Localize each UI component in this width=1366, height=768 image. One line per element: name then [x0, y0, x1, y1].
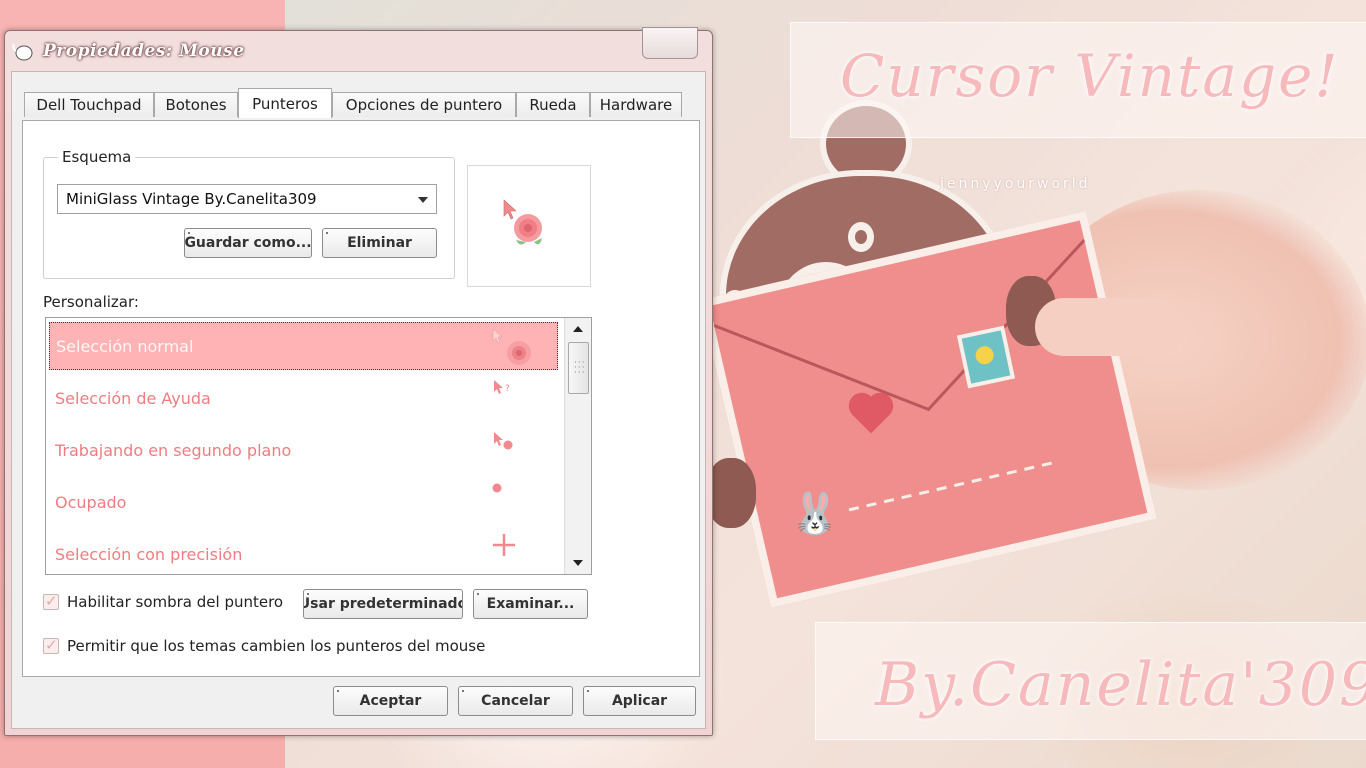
mouse-properties-dialog: Propiedades: Mouse Dell Touchpad Botones… [4, 27, 713, 736]
rose-cursor-icon [503, 199, 542, 245]
chevron-down-icon [418, 197, 428, 203]
scheme-dropdown-value: MiniGlass Vintage By.Canelita309 [66, 190, 317, 208]
bear-eye-image [848, 222, 874, 252]
scheme-group-label: Esquema [58, 148, 136, 166]
rose-cursor-icon [492, 328, 531, 365]
list-item-help-select[interactable]: Selección de Ayuda ? [49, 374, 558, 422]
allow-themes-label: Permitir que los temas cambien los punte… [67, 637, 486, 655]
list-item-normal-select[interactable]: Selección normal [49, 322, 558, 370]
list-item-label: Selección con precisión [55, 544, 243, 564]
ok-button[interactable]: Aceptar [333, 686, 448, 716]
help-cursor-icon: ? [494, 380, 510, 394]
customize-label: Personalizar: [43, 293, 139, 311]
scroll-up-button[interactable] [565, 318, 591, 340]
tab-punteros[interactable]: Punteros [238, 88, 332, 118]
tab-hardware[interactable]: Hardware [590, 92, 682, 117]
working-cursor-icon [494, 432, 513, 450]
list-item-working-background[interactable]: Trabajando en segundo plano [49, 426, 558, 474]
save-as-button[interactable]: Guardar como... [184, 228, 312, 258]
tab-botones[interactable]: Botones [154, 92, 238, 117]
scheme-group: Esquema MiniGlass Vintage By.Canelita309… [43, 148, 455, 279]
mouse-icon [12, 43, 33, 61]
tab-rueda[interactable]: Rueda [516, 92, 590, 117]
bear-paw-image [706, 458, 756, 528]
list-item-precision-select[interactable]: Selección con precisión [49, 530, 558, 574]
grip-icon: ··· ··· ··· [574, 358, 586, 378]
delete-scheme-button[interactable]: Eliminar [322, 228, 437, 258]
apply-button[interactable]: Aplicar [583, 686, 696, 716]
list-scrollbar[interactable]: ··· ··· ··· [564, 318, 591, 574]
scroll-thumb[interactable]: ··· ··· ··· [568, 342, 589, 394]
titlebar[interactable]: Propiedades: Mouse [5, 27, 712, 71]
enable-shadow-checkbox[interactable]: Habilitar sombra del puntero [43, 592, 284, 611]
list-item-label: Selección normal [56, 336, 194, 356]
browse-button[interactable]: Examinar... [473, 589, 588, 619]
checkbox-checked-icon[interactable] [43, 592, 59, 610]
cursor-preview [467, 165, 591, 287]
close-button[interactable] [642, 27, 698, 59]
busy-cursor-icon [492, 483, 502, 493]
tab-dell-touchpad[interactable]: Dell Touchpad [24, 92, 154, 117]
tab-opciones-de-puntero[interactable]: Opciones de puntero [332, 92, 516, 117]
finger-image [1035, 298, 1185, 356]
cursor-list[interactable]: Selección normal Selección de Ayuda ? Tr… [45, 317, 592, 575]
allow-themes-checkbox[interactable]: Permitir que los temas cambien los punte… [43, 636, 486, 655]
cancel-button[interactable]: Cancelar [458, 686, 573, 716]
use-default-button[interactable]: Usar predeterminado [303, 589, 463, 619]
enable-shadow-label: Habilitar sombra del puntero [67, 593, 284, 611]
dialog-client-area: Dell Touchpad Botones Punteros Opciones … [11, 71, 706, 729]
scroll-down-button[interactable] [565, 552, 591, 574]
dialog-title: Propiedades: Mouse [43, 41, 245, 61]
wallpaper-credit: By.Canelita'309 [875, 650, 1366, 720]
punteros-tab-page: Esquema MiniGlass Vintage By.Canelita309… [22, 120, 700, 677]
bunny-icon: 🐰 [790, 491, 840, 537]
list-item-label: Selección de Ayuda [55, 388, 211, 408]
list-item-label: Ocupado [55, 492, 127, 512]
list-item-busy[interactable]: Ocupado [49, 478, 558, 526]
crosshair-cursor-icon [493, 534, 515, 556]
checkbox-checked-icon[interactable] [43, 636, 59, 654]
help-badge: ? [505, 384, 510, 394]
scheme-dropdown[interactable]: MiniGlass Vintage By.Canelita309 [57, 184, 437, 214]
wallpaper-title: Cursor Vintage! [840, 42, 1340, 110]
list-item-label: Trabajando en segundo plano [55, 440, 292, 460]
wallpaper-watermark: jennyyourworld [940, 176, 1091, 192]
